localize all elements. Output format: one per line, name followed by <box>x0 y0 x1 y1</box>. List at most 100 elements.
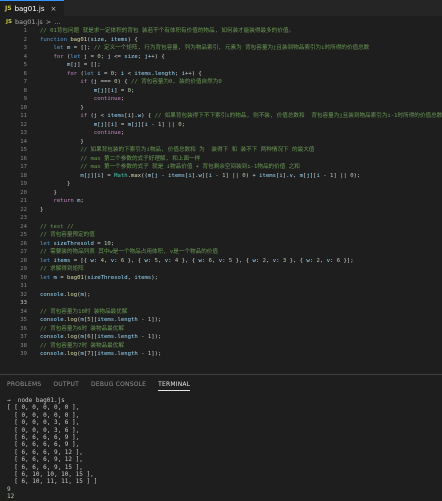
code-line[interactable]: 20 } <box>0 189 442 198</box>
code-token: ) { <box>128 37 138 43</box>
line-number: 37 <box>0 333 40 342</box>
terminal-line: [ [ 0, 0, 0, 0, 0 ], <box>7 404 442 411</box>
line-number: 2 <box>0 36 40 45</box>
code-token: Math <box>114 173 127 179</box>
code-line[interactable]: 15 // 如果背包装的下索引为i物品, 价值总数和 为 装得下 和 装不下 两… <box>0 146 442 155</box>
code-line[interactable]: 7 if (j === 0) { // 背包容量为0, 装的价值自然为0 <box>0 78 442 87</box>
code-token: let <box>40 241 53 247</box>
code-token: items <box>107 113 124 119</box>
code-line[interactable]: 23 <box>0 214 442 223</box>
breadcrumb-file[interactable]: bag01.js <box>15 18 43 26</box>
code-line[interactable]: 11 if (j < items[i].w) { // 如果背包装得下不下索引i… <box>0 112 442 121</box>
file-tab[interactable]: JS bag01.js × <box>0 0 64 16</box>
code-line[interactable]: 16 // max 第二个参数的式子好理解, 和上面一样 <box>0 155 442 164</box>
line-code: let items = [{ w: 4, v: 6 }, { w: 5, v: … <box>40 257 442 266</box>
code-token: // 需要装的物品列表 其中w是一个物品占用体积, v是一个物品的价值 <box>40 249 218 255</box>
code-token: // 求解得到矩阵 <box>40 266 84 272</box>
code-line[interactable]: 34// 背包容量为10时 装物品最优解 <box>0 308 442 317</box>
code-token: - <box>320 173 330 179</box>
panel-tab-terminal[interactable]: TERMINAL <box>158 381 190 391</box>
terminal-line: [ 6, 6, 6, 9, 12 ], <box>7 456 442 463</box>
code-token: ] = <box>101 173 114 179</box>
code-line[interactable]: 18 m[j][i] = Math.max((m[j - items[i].w]… <box>0 172 442 181</box>
line-code: m[j][i] = 0; <box>40 87 442 96</box>
code-token: for <box>67 71 80 77</box>
code-token: - <box>212 173 222 179</box>
code-line[interactable]: 25// 背包容量预定的值 <box>0 231 442 240</box>
code-token <box>40 88 94 94</box>
code-token: = <box>94 241 104 247</box>
panel-tab-problems[interactable]: PROBLEMS <box>7 381 41 393</box>
code-token: : <box>148 258 155 264</box>
code-token: if <box>80 113 90 119</box>
code-line[interactable]: 27// 需要装的物品列表 其中w是一个物品占用体积, v是一个物品的价值 <box>0 248 442 257</box>
breadcrumb-symbol[interactable]: ... <box>54 18 60 26</box>
line-number: 9 <box>0 95 40 104</box>
code-line[interactable]: 29// 求解得到矩阵 <box>0 265 442 274</box>
close-tab-icon[interactable]: × <box>50 5 56 13</box>
line-code: } <box>40 206 442 215</box>
code-line[interactable]: 5 m[j] = []; <box>0 61 442 70</box>
code-token <box>40 45 53 51</box>
code-token: ; <box>114 71 121 77</box>
panel-tab-debug-console[interactable]: DEBUG CONSOLE <box>91 381 146 393</box>
code-token: // 如果背包装的下索引为i物品, 价值总数和 为 装得下 和 装不下 两种情况… <box>80 147 314 153</box>
line-code: continue; <box>40 129 442 138</box>
line-code: return m; <box>40 197 442 206</box>
panel-tab-output[interactable]: OUTPUT <box>53 381 79 393</box>
line-code: let m = []; // 定义一个矩阵, 行为背包容量, 列为物品索引, 元… <box>40 44 442 53</box>
code-token: : <box>222 258 229 264</box>
line-number: 36 <box>0 325 40 334</box>
code-line[interactable]: 26let sizeThresold = 10; <box>0 240 442 249</box>
code-token: - <box>158 173 168 179</box>
code-line[interactable]: 12 m[j][i] = m[j][i - 1] || 0; <box>0 121 442 130</box>
code-token <box>40 113 80 119</box>
code-token: // 背包容量为0, 装的价值自然为0 <box>131 79 222 85</box>
code-line[interactable]: 13 continue; <box>0 129 442 138</box>
line-code: // max 第一个参数的式子 就是 i物品价值 + 背包剩余空间装到i-1物品… <box>40 163 442 172</box>
code-line[interactable]: 22} <box>0 206 442 215</box>
code-line[interactable]: 37console.log(m[6][items.length - 1]); <box>0 333 442 342</box>
code-token: continue <box>94 96 121 102</box>
code-token: ][ <box>104 122 111 128</box>
code-line[interactable]: 17 // max 第一个参数的式子 就是 i物品价值 + 背包剩余空间装到i-… <box>0 163 442 172</box>
code-token: log <box>67 334 77 340</box>
line-code: // test // <box>40 223 442 232</box>
code-line[interactable]: 31 <box>0 282 442 291</box>
line-code: console.log(m); <box>40 291 442 300</box>
code-line[interactable]: 19 } <box>0 180 442 189</box>
code-line[interactable]: 28let items = [{ w: 4, v: 6 }, { w: 5, v… <box>0 257 442 266</box>
code-token: if <box>80 79 90 85</box>
code-line[interactable]: 33 <box>0 299 442 308</box>
code-token: ] = []; <box>77 62 101 68</box>
code-line[interactable]: 3 let m = []; // 定义一个矩阵, 行为背包容量, 列为物品索引,… <box>0 44 442 53</box>
code-line[interactable]: 6 for (let i = 0; i < items.length; i++)… <box>0 70 442 79</box>
code-token: // 背包容量为6时 装物品最优解 <box>40 326 124 332</box>
code-line[interactable]: 21 return m; <box>0 197 442 206</box>
code-line[interactable]: 24// test // <box>0 223 442 232</box>
code-token: // 定义一个矩阵, 行为背包容量, 列为物品索引, 元素为 背包容量为j且装到… <box>94 45 369 51</box>
code-token: // 01背包问题 就是求一定体积的背包 装若干个有体积有价值的物品, 如何装才… <box>40 28 294 34</box>
code-editor[interactable]: 1// 01背包问题 就是求一定体积的背包 装若干个有体积有价值的物品, 如何装… <box>0 27 442 358</box>
code-line[interactable]: 35console.log(m[5][items.length - 1]); <box>0 316 442 325</box>
code-line[interactable]: 36// 背包容量为6时 装物品最优解 <box>0 325 442 334</box>
terminal-output[interactable]: → node bag01.js[ [ 0, 0, 0, 0, 0 ], [ 0,… <box>0 393 442 501</box>
code-line[interactable]: 14 } <box>0 138 442 147</box>
line-number: 19 <box>0 180 40 189</box>
code-token: let <box>84 71 97 77</box>
code-token: ][ <box>138 122 145 128</box>
code-line[interactable]: 1// 01背包问题 就是求一定体积的背包 装若干个有体积有价值的物品, 如何装… <box>0 27 442 36</box>
code-token <box>40 130 94 136</box>
code-line[interactable]: 9 continue; <box>0 95 442 104</box>
code-line[interactable]: 8 m[j][i] = 0; <box>0 87 442 96</box>
code-line[interactable]: 10 } <box>0 104 442 113</box>
code-line[interactable]: 39console.log(m[7][items.length - 1]); <box>0 350 442 358</box>
code-token: = <box>57 275 67 281</box>
code-line[interactable]: 30let m = bag01(sizeThresold, items); <box>0 274 442 283</box>
code-line[interactable]: 4 for (let j = 0; j <= size; j++) { <box>0 53 442 62</box>
code-line[interactable]: 2function bag01(size, items) { <box>0 36 442 45</box>
code-token: - <box>138 334 148 340</box>
code-line[interactable]: 32console.log(m); <box>0 291 442 300</box>
terminal-line: [ 6, 6, 6, 9, 12 ], <box>7 449 442 456</box>
code-line[interactable]: 38// 背包容量为7时 装物品最优解 <box>0 342 442 351</box>
